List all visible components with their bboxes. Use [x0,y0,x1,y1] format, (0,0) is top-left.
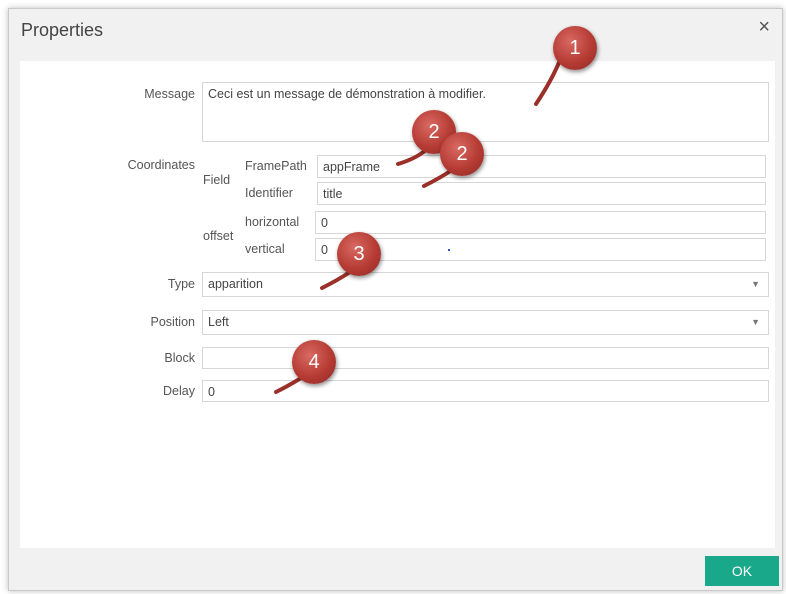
framepath-label: FramePath [245,159,307,173]
vertical-input[interactable]: 0 [315,238,766,261]
dialog-title: Properties [21,20,104,40]
annotation-badge-2b: 2 [440,132,484,176]
coordinates-label: Coordinates [127,158,195,172]
message-textarea[interactable]: Ceci est un message de démonstration à m… [202,82,769,142]
annotation-badge-1: 1 [553,26,597,70]
delay-label: Delay [163,384,195,398]
type-label: Type [167,277,195,291]
chevron-down-icon: ▼ [751,317,760,327]
position-select-value: Left [208,315,229,329]
form-panel: Message Ceci est un message de démonstra… [20,61,775,548]
type-select[interactable]: apparition ▼ [202,272,769,297]
position-label: Position [150,315,195,329]
ok-button[interactable]: OK [705,556,779,586]
chevron-down-icon: ▼ [751,279,760,289]
vertical-label: vertical [245,242,285,256]
horizontal-label: horizontal [245,215,300,229]
field-label: Field [203,173,231,187]
type-select-value: apparition [208,277,263,291]
properties-dialog: Properties × Message Ceci est un message… [8,8,783,591]
delay-input[interactable]: 0 [202,380,769,402]
close-icon[interactable]: × [758,17,770,37]
framepath-input[interactable]: appFrame [317,155,766,178]
horizontal-input[interactable]: 0 [315,211,766,234]
stray-dot [448,249,450,251]
block-input[interactable] [202,347,769,369]
identifier-label: Identifier [245,186,293,200]
offset-label: offset [203,229,234,243]
position-select[interactable]: Left ▼ [202,310,769,335]
message-label: Message [144,87,195,101]
annotation-badge-4: 4 [292,340,336,384]
block-label: Block [164,351,195,365]
identifier-input[interactable]: title [317,182,766,205]
annotation-badge-3: 3 [337,232,381,276]
